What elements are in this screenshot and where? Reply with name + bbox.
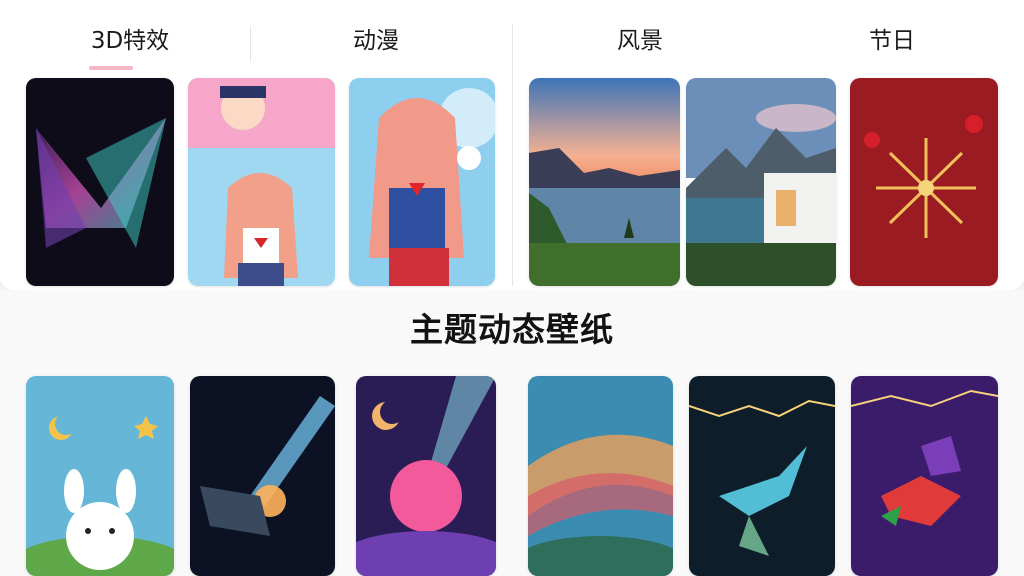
tab-anime[interactable]: 动漫 — [316, 24, 436, 58]
wallpaper-snowflake-festive[interactable] — [850, 78, 998, 286]
wallpaper-space-beam[interactable] — [190, 376, 335, 576]
origami-lantern-image — [851, 376, 998, 576]
anime-girl-image — [188, 78, 335, 286]
glowing-fish-image — [689, 376, 835, 576]
wallpaper-aurora-waves[interactable] — [528, 376, 673, 576]
wallpaper-origami-lantern[interactable] — [851, 376, 998, 576]
prism-image — [26, 78, 174, 286]
category-panel: 3D特效 动漫 风景 节日 — [0, 0, 1024, 290]
aurora-waves-image — [528, 376, 673, 576]
wallpaper-mountain-house[interactable] — [686, 78, 836, 286]
wallpaper-pink-planet[interactable] — [356, 376, 496, 576]
tab-festival[interactable]: 节日 — [832, 24, 952, 58]
tab-scenery[interactable]: 风景 — [580, 24, 700, 58]
wallpaper-anime-girl-2[interactable] — [349, 78, 495, 286]
mountain-house-image — [686, 78, 836, 286]
lake-sunset-image — [529, 78, 680, 286]
snowflake-image — [850, 78, 998, 286]
bunny-image — [26, 376, 174, 576]
wallpaper-3d-prism[interactable] — [26, 78, 174, 286]
wallpaper-lake-sunset[interactable] — [529, 78, 680, 286]
pink-planet-image — [356, 376, 496, 576]
anime-girl-waving-image — [349, 78, 495, 286]
tab-3d-effects[interactable]: 3D特效 — [70, 24, 190, 58]
wallpaper-glowing-fish[interactable] — [689, 376, 835, 576]
section-divider — [512, 24, 513, 286]
selected-tab-indicator — [89, 66, 133, 70]
section-title: 主题动态壁纸 — [410, 310, 614, 349]
wallpaper-bunny-night[interactable] — [26, 376, 174, 576]
tab-divider — [250, 26, 251, 62]
space-beam-image — [190, 376, 335, 576]
wallpaper-anime-girl-1[interactable] — [188, 78, 335, 286]
